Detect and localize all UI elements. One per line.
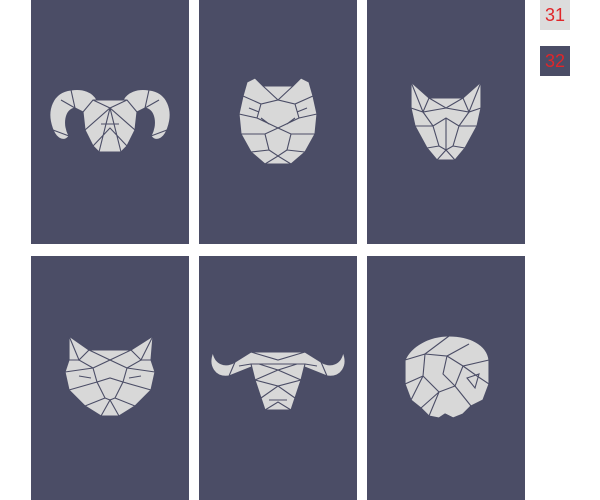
- wolf-head-icon: [410, 81, 482, 161]
- poster-ram: [31, 0, 189, 244]
- parrot-head-icon: [404, 335, 490, 419]
- poster-cat: [31, 256, 189, 500]
- poster-tiger: [199, 0, 357, 244]
- swatch-label: 31: [544, 4, 566, 25]
- color-swatch-31[interactable]: 31: [540, 0, 570, 30]
- poster-wolf: [367, 0, 525, 244]
- poster-parrot: [367, 256, 525, 500]
- poster-buffalo: [199, 256, 357, 500]
- buffalo-head-icon: [210, 351, 346, 411]
- swatch-label: 32: [544, 50, 566, 71]
- ram-head-icon: [49, 88, 171, 153]
- tiger-head-icon: [238, 77, 318, 165]
- cat-head-icon: [64, 335, 156, 417]
- color-swatch-32[interactable]: 32: [540, 46, 570, 76]
